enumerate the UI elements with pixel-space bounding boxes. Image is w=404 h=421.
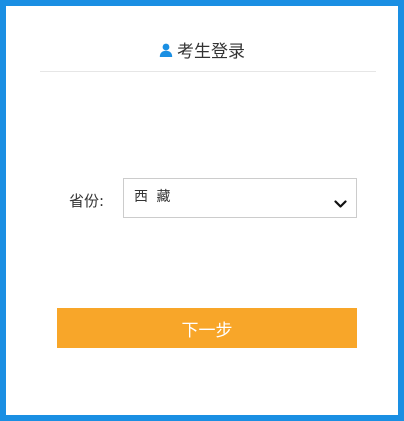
chevron-down-icon — [334, 194, 347, 208]
province-select-value: 西 藏 — [134, 189, 173, 205]
login-header: 考生登录 — [6, 36, 398, 62]
province-select[interactable]: 西 藏 — [123, 178, 357, 218]
province-label: 省份: — [69, 192, 105, 210]
user-icon — [159, 42, 173, 57]
page-title: 考生登录 — [177, 41, 245, 62]
login-panel: 考生登录 省份: 西 藏 下一步 — [0, 0, 404, 421]
next-button[interactable]: 下一步 — [57, 308, 357, 348]
header-divider — [40, 71, 376, 72]
